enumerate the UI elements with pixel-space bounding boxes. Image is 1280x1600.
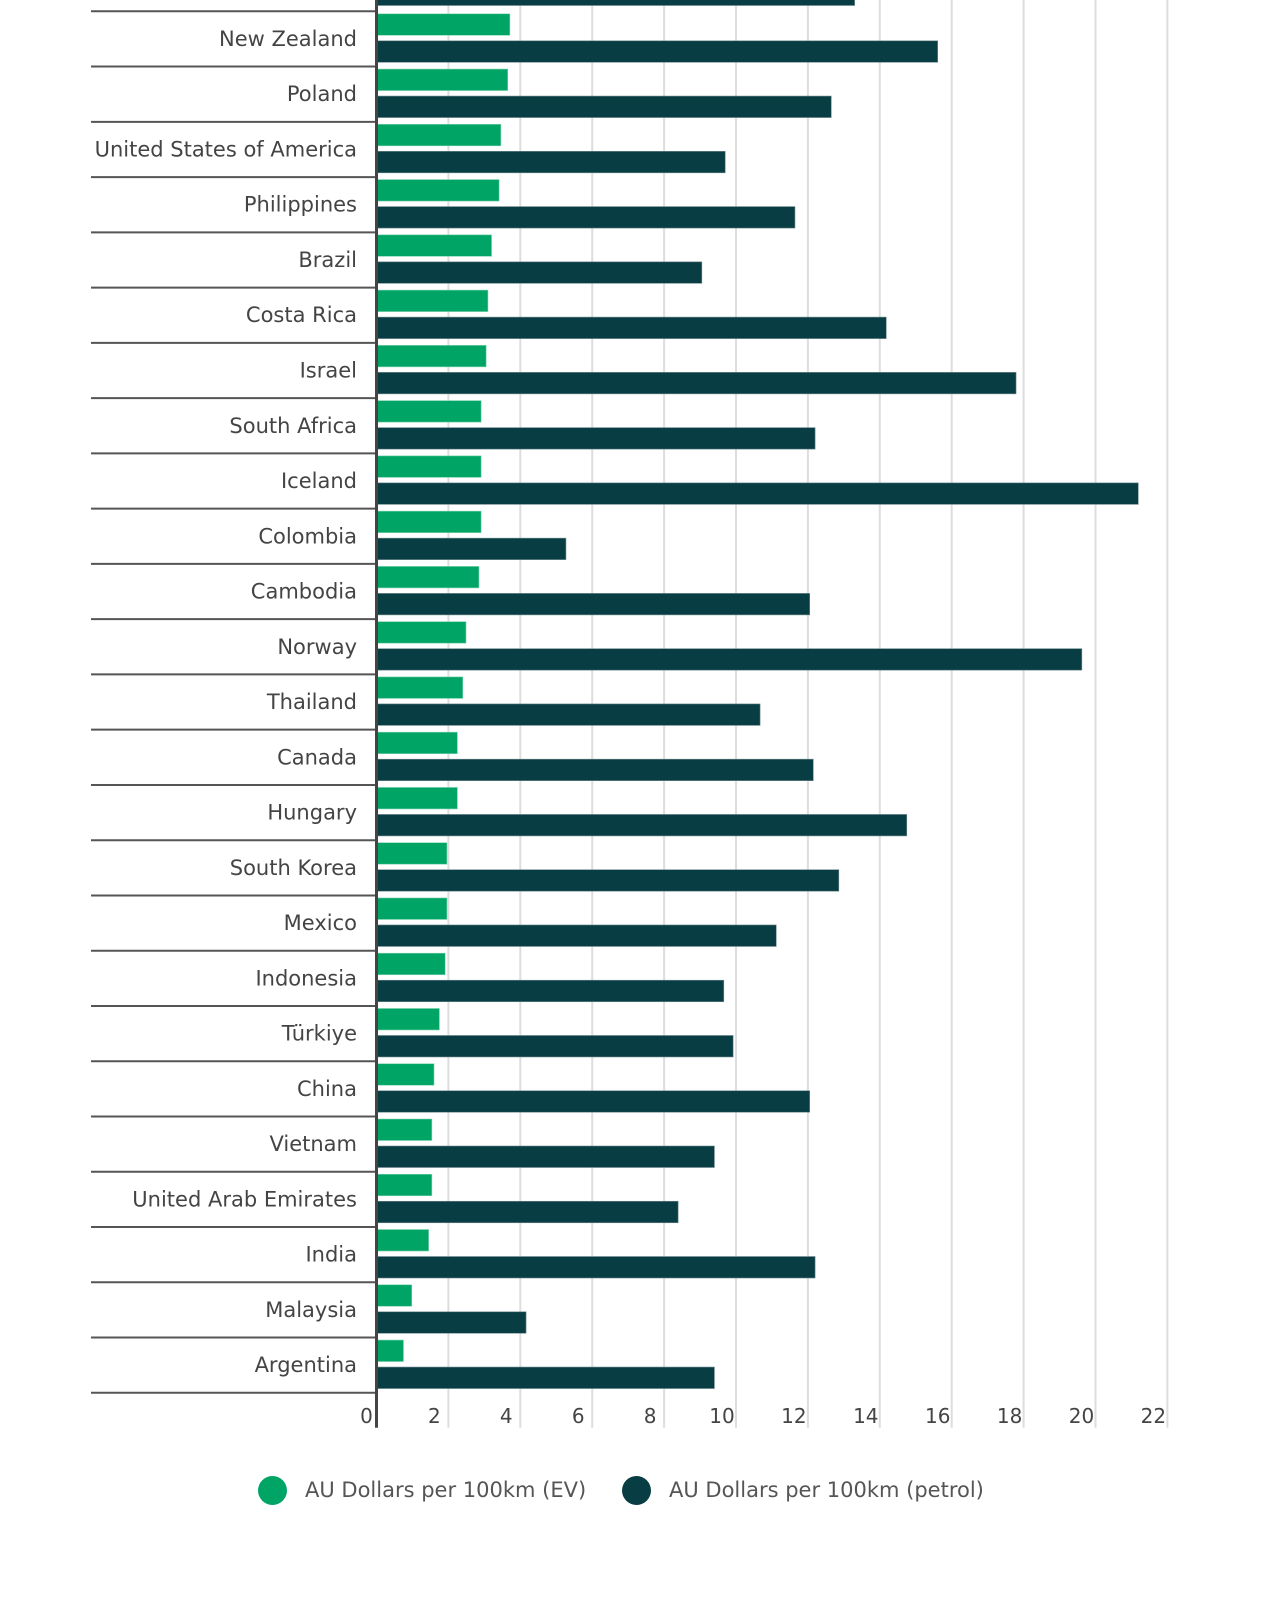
bar-petrol[interactable] xyxy=(376,593,810,616)
category-label: Thailand xyxy=(266,690,357,714)
bar-ev[interactable] xyxy=(376,1339,404,1362)
category-label: United Arab Emirates xyxy=(132,1187,357,1211)
category-label: Brazil xyxy=(298,248,357,272)
bar-ev[interactable] xyxy=(376,621,467,644)
category-label: Israel xyxy=(300,358,357,382)
bar-petrol[interactable] xyxy=(376,482,1139,505)
bar-ev[interactable] xyxy=(376,952,446,976)
bar-ev[interactable] xyxy=(376,1173,433,1197)
x-tick-label: 18 xyxy=(997,1404,1022,1428)
bar-ev[interactable] xyxy=(376,566,480,589)
bar-ev[interactable] xyxy=(376,68,509,91)
category-labels: New Zealand Poland United States of Americ… xyxy=(95,27,357,1377)
bar-ev[interactable] xyxy=(376,13,511,36)
category-label: Malaysia xyxy=(265,1298,357,1322)
category-label: Poland xyxy=(287,82,357,106)
bar-ev[interactable] xyxy=(376,400,482,423)
bar-ev[interactable] xyxy=(376,1229,429,1252)
category-label: Iceland xyxy=(281,469,357,493)
bar-petrol[interactable] xyxy=(376,1035,734,1058)
bar-petrol[interactable] xyxy=(376,316,887,339)
category-label: Canada xyxy=(277,745,357,769)
bar-petrol[interactable] xyxy=(376,703,761,726)
x-tick-label: 14 xyxy=(853,1404,878,1428)
bar-petrol[interactable] xyxy=(376,1311,527,1334)
bar-petrol[interactable] xyxy=(376,261,703,284)
bar-petrol-truncated[interactable] xyxy=(376,0,855,6)
bar-petrol[interactable] xyxy=(376,95,832,118)
bar-petrol[interactable] xyxy=(376,427,816,450)
legend-item-petrol[interactable]: AU Dollars per 100km (petrol) xyxy=(622,1472,984,1508)
bar-petrol[interactable] xyxy=(376,924,777,947)
bar-ev[interactable] xyxy=(376,179,500,202)
bar-ev[interactable] xyxy=(376,234,492,257)
bar-ev[interactable] xyxy=(376,345,487,368)
bar-petrol[interactable] xyxy=(376,979,725,1003)
x-tick-label: 8 xyxy=(644,1404,657,1428)
legend-marker-ev xyxy=(258,1475,287,1505)
legend-item-ev[interactable]: AU Dollars per 100km (EV) xyxy=(258,1472,586,1508)
bar-petrol[interactable] xyxy=(376,1366,715,1389)
category-label: Vietnam xyxy=(269,1132,357,1156)
bar-ev[interactable] xyxy=(376,1063,435,1086)
bar-petrol[interactable] xyxy=(376,206,796,229)
bar-ev[interactable] xyxy=(376,289,489,312)
bar-petrol[interactable] xyxy=(376,1090,810,1113)
category-label: New Zealand xyxy=(219,27,357,51)
bar-ev[interactable] xyxy=(376,787,458,810)
bar-petrol[interactable] xyxy=(376,40,938,63)
bar-petrol[interactable] xyxy=(376,1145,715,1168)
x-tick-label: 12 xyxy=(781,1404,806,1428)
bar-ev[interactable] xyxy=(376,676,464,699)
category-label: Türkiye xyxy=(281,1022,357,1046)
x-tick-label: 2 xyxy=(428,1404,441,1428)
x-axis-tick-labels: 0 2 4 6 8 10 12 14 16 18 20 22 xyxy=(360,1404,1166,1428)
bar-petrol[interactable] xyxy=(376,648,1083,671)
category-label: Norway xyxy=(277,635,357,659)
legend-label-ev: AU Dollars per 100km (EV) xyxy=(305,1478,587,1502)
category-label: Indonesia xyxy=(255,966,357,990)
bar-petrol[interactable] xyxy=(376,814,908,837)
x-tick-label: 6 xyxy=(572,1404,585,1428)
bar-petrol[interactable] xyxy=(376,372,1017,395)
bar-petrol[interactable] xyxy=(376,1200,679,1224)
category-label: Costa Rica xyxy=(246,303,357,327)
legend: AU Dollars per 100km (EV) AU Dollars per… xyxy=(0,1472,1280,1508)
bar-ev[interactable] xyxy=(376,1008,440,1031)
category-label: South Korea xyxy=(230,856,357,880)
bar-ev[interactable] xyxy=(376,124,502,147)
category-label: China xyxy=(297,1077,357,1101)
x-tick-label: 0 xyxy=(360,1404,373,1428)
bar-petrol[interactable] xyxy=(376,537,567,560)
bar-petrol[interactable] xyxy=(376,758,814,781)
x-tick-label: 16 xyxy=(925,1404,950,1428)
legend-label-petrol: AU Dollars per 100km (petrol) xyxy=(669,1478,984,1502)
category-label: Philippines xyxy=(244,193,357,217)
category-label: Cambodia xyxy=(251,580,357,604)
bar-ev[interactable] xyxy=(376,897,448,920)
bar-ev[interactable] xyxy=(376,842,448,865)
bar-petrol[interactable] xyxy=(376,1256,816,1279)
category-label: Colombia xyxy=(258,524,357,548)
bar-chart: New Zealand Poland United States of Americ… xyxy=(91,0,1169,1428)
bar-ev[interactable] xyxy=(376,731,458,754)
x-tick-label: 20 xyxy=(1069,1404,1094,1428)
bar-ev[interactable] xyxy=(376,510,482,533)
x-tick-label: 10 xyxy=(709,1404,734,1428)
x-tick-label: 22 xyxy=(1141,1404,1166,1428)
bar-petrol[interactable] xyxy=(376,869,840,892)
bar-ev[interactable] xyxy=(376,1284,413,1307)
legend-marker-petrol xyxy=(622,1475,651,1505)
category-label: United States of America xyxy=(95,137,357,161)
category-label: Mexico xyxy=(284,911,357,935)
bar-ev[interactable] xyxy=(376,1118,433,1141)
bar-ev[interactable] xyxy=(376,455,482,478)
category-label: South Africa xyxy=(229,414,357,438)
category-label: Hungary xyxy=(267,801,357,825)
x-tick-label: 4 xyxy=(500,1404,513,1428)
category-label: Argentina xyxy=(255,1353,357,1377)
bar-petrol[interactable] xyxy=(376,151,726,174)
category-label: India xyxy=(305,1243,357,1267)
